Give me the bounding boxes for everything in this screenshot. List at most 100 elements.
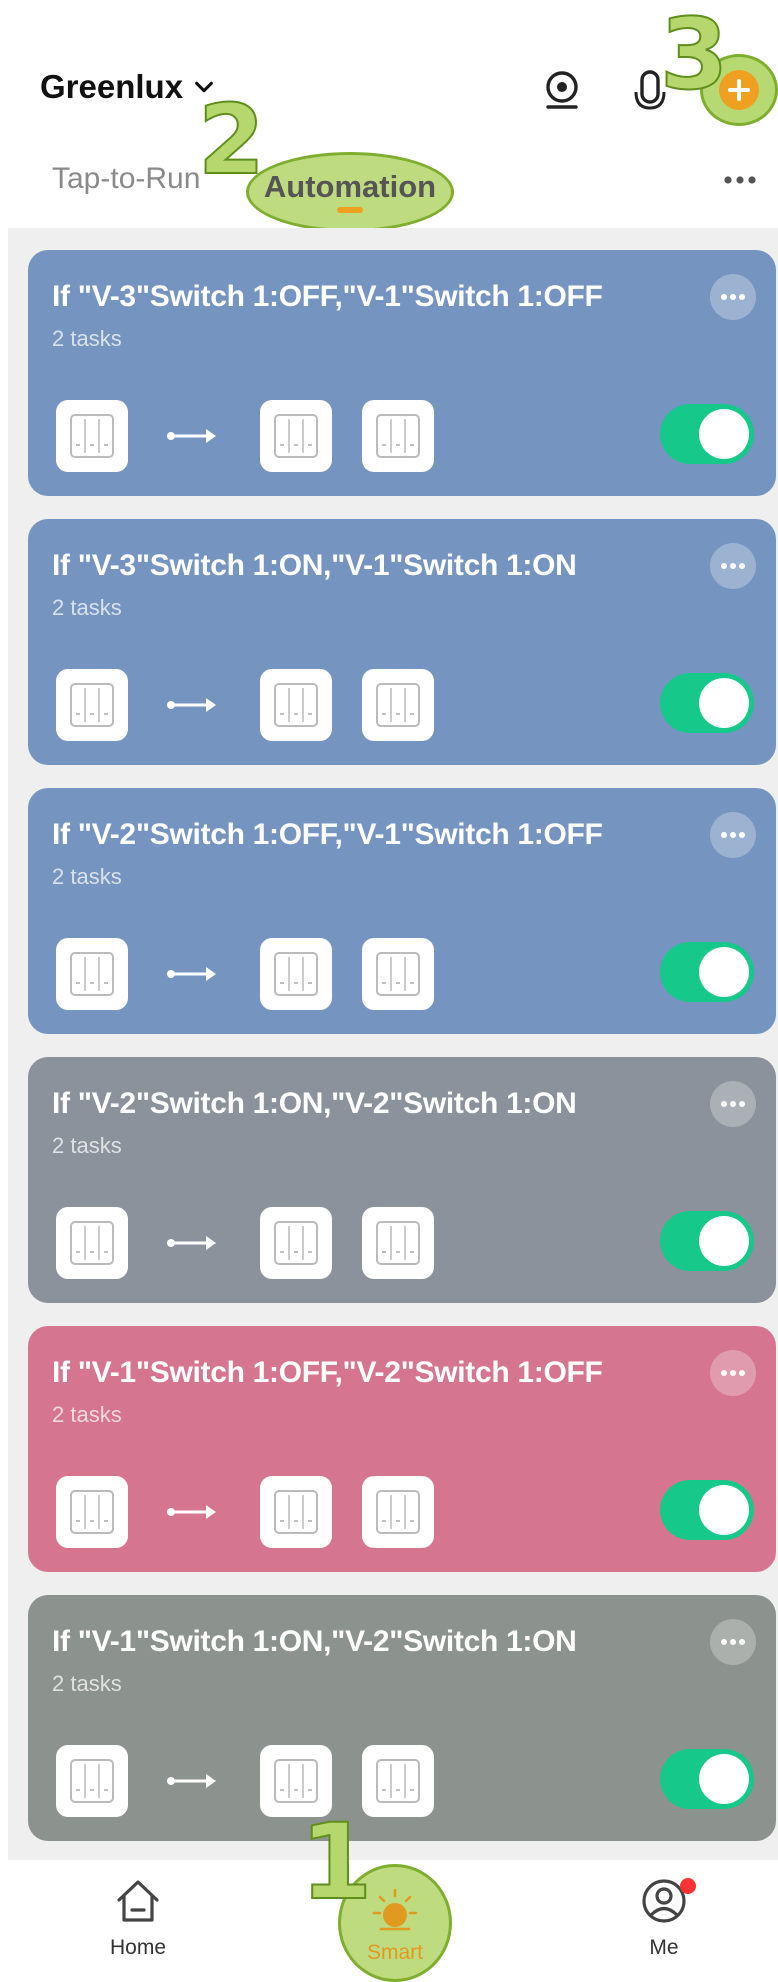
automation-toggle[interactable] [660,1749,754,1809]
annotation-number: 1 [299,1801,373,1923]
arrow-right-icon [167,429,216,443]
action-device-tile [362,1207,434,1279]
nav-me[interactable]: Me [594,1862,734,1982]
switch-panel-icon [376,1759,420,1803]
toggle-knob [699,678,749,728]
action-device-tile [260,1207,332,1279]
nav-me-label: Me [649,1936,679,1959]
automation-task-count: 2 tasks [52,1402,122,1427]
switch-panel-icon [274,683,318,727]
switch-panel-icon [70,414,114,458]
annotation-number: 2 [197,84,266,196]
switch-panel-icon [274,1490,318,1534]
automation-title: If "V-1"Switch 1:ON,"V-2"Switch 1:ON [52,1625,577,1658]
card-more-button[interactable] [710,1619,756,1665]
camera-icon[interactable] [540,68,584,112]
action-device-tile [260,1476,332,1548]
automation-toggle[interactable] [660,404,754,464]
condition-device-tile [56,1745,128,1817]
annotation-number: 3 [659,0,729,112]
automation-title: If "V-2"Switch 1:OFF,"V-1"Switch 1:OFF [52,818,603,851]
condition-device-tile [56,669,128,741]
automation-card[interactable]: If "V-1"Switch 1:OFF,"V-2"Switch 1:OFF 2… [28,1326,776,1572]
more-options-icon [721,1370,745,1376]
automation-task-count: 2 tasks [52,864,122,889]
home-name-label: Greenlux [40,68,184,105]
switch-panel-icon [376,952,420,996]
automation-title: If "V-3"Switch 1:OFF,"V-1"Switch 1:OFF [52,280,603,313]
switch-panel-icon [376,1490,420,1534]
automation-task-count: 2 tasks [52,595,122,620]
switch-panel-icon [274,1759,318,1803]
arrow-right-icon [167,1236,216,1250]
automation-card[interactable]: If "V-3"Switch 1:OFF,"V-1"Switch 1:OFF 2… [28,250,776,496]
switch-panel-icon [376,414,420,458]
more-options-icon [721,1101,745,1107]
more-options-icon [721,294,745,300]
switch-panel-icon [274,1221,318,1265]
switch-panel-icon [376,1221,420,1265]
automation-card[interactable]: If "V-2"Switch 1:OFF,"V-1"Switch 1:OFF 2… [28,788,776,1034]
sun-icon [372,1888,418,1931]
switch-panel-icon [70,1759,114,1803]
toggle-knob [699,1485,749,1535]
condition-device-tile [56,400,128,472]
switch-panel-icon [274,952,318,996]
condition-device-tile [56,938,128,1010]
toggle-knob [699,1754,749,1804]
automation-title: If "V-3"Switch 1:ON,"V-1"Switch 1:ON [52,549,577,582]
toggle-knob [699,1216,749,1266]
more-options-icon [721,1639,745,1645]
more-options-icon [721,832,745,838]
tab-tap-to-run[interactable]: Tap-to-Run [52,162,200,196]
switch-panel-icon [70,1490,114,1534]
tab-active-indicator [337,207,363,213]
automation-task-count: 2 tasks [52,1671,122,1696]
more-options-icon [721,563,745,569]
card-more-button[interactable] [710,274,756,320]
automation-card[interactable]: If "V-1"Switch 1:ON,"V-2"Switch 1:ON 2 t… [28,1595,776,1841]
automation-card[interactable]: If "V-2"Switch 1:ON,"V-2"Switch 1:ON 2 t… [28,1057,776,1303]
card-more-button[interactable] [710,812,756,858]
card-more-button[interactable] [710,543,756,589]
switch-panel-icon [70,1221,114,1265]
action-device-tile [362,1476,434,1548]
nav-home[interactable]: Home [68,1862,208,1982]
action-device-tile [260,669,332,741]
automation-toggle[interactable] [660,942,754,1002]
automation-task-count: 2 tasks [52,326,122,351]
card-more-button[interactable] [710,1350,756,1396]
home-icon [117,1880,159,1922]
switch-panel-icon [274,414,318,458]
more-options-icon[interactable] [720,168,760,192]
tab-automation-label: Automation [263,169,437,204]
card-more-button[interactable] [710,1081,756,1127]
switch-panel-icon [70,683,114,727]
tab-automation[interactable]: Automation [246,152,454,232]
nav-smart-label: Smart [366,1941,423,1964]
automation-task-count: 2 tasks [52,1133,122,1158]
action-device-tile [362,400,434,472]
notification-badge [680,1878,696,1894]
arrow-right-icon [167,698,216,712]
arrow-right-icon [167,1774,216,1788]
automation-title: If "V-2"Switch 1:ON,"V-2"Switch 1:ON [52,1087,577,1120]
nav-home-label: Home [109,1936,167,1959]
automation-toggle[interactable] [660,1480,754,1540]
action-device-tile [362,1745,434,1817]
toggle-knob [699,947,749,997]
scene-tabs: Tap-to-Run Automation [0,152,778,232]
toggle-knob [699,409,749,459]
automation-card[interactable]: If "V-3"Switch 1:ON,"V-1"Switch 1:ON 2 t… [28,519,776,765]
automation-title: If "V-1"Switch 1:OFF,"V-2"Switch 1:OFF [52,1356,603,1389]
condition-device-tile [56,1476,128,1548]
automation-list: If "V-3"Switch 1:OFF,"V-1"Switch 1:OFF 2… [8,228,778,1860]
automation-toggle[interactable] [660,1211,754,1271]
home-selector[interactable]: Greenlux [40,68,215,106]
switch-panel-icon [376,683,420,727]
action-device-tile [260,400,332,472]
action-device-tile [362,938,434,1010]
arrow-right-icon [167,1505,216,1519]
automation-toggle[interactable] [660,673,754,733]
switch-panel-icon [70,952,114,996]
